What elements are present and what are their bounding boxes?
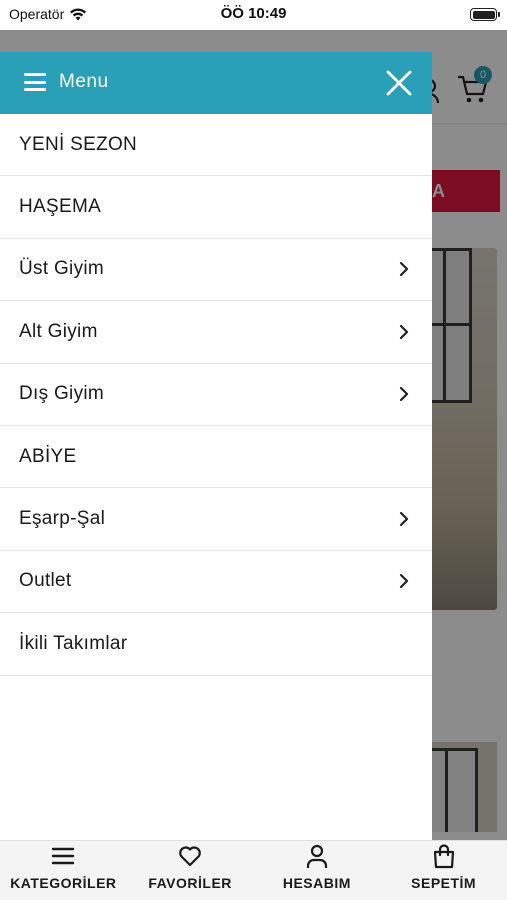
menu-item-dis-giyim[interactable]: Dış Giyim	[0, 364, 432, 426]
status-bar: Operatör ÖÖ 10:49	[0, 0, 507, 30]
chevron-right-icon	[399, 387, 409, 402]
menu-item-label: Eşarp-Şal	[19, 508, 106, 530]
side-menu-drawer: Menu YENİ SEZON HAŞEMA Üst Giyim Alt Giy…	[0, 52, 432, 840]
drawer-header: Menu	[0, 52, 432, 114]
tab-kategoriler[interactable]: KATEGORİLER	[0, 841, 127, 900]
tab-sepetim[interactable]: SEPETİM	[380, 841, 507, 900]
menu-item-alt-giyim[interactable]: Alt Giyim	[0, 301, 432, 364]
chevron-right-icon	[399, 574, 409, 589]
menu-item-esarp-sal[interactable]: Eşarp-Şal	[0, 488, 432, 551]
menu-item-label: ABİYE	[19, 445, 77, 467]
menu-item-label: İkili Takımlar	[19, 632, 128, 654]
list-icon	[52, 847, 75, 865]
tab-label: SEPETİM	[411, 875, 477, 891]
tab-label: KATEGORİLER	[10, 875, 117, 891]
menu-item-label: YENİ SEZON	[19, 133, 138, 155]
chevron-right-icon	[399, 511, 409, 527]
user-icon	[306, 844, 327, 868]
bag-icon	[433, 844, 454, 869]
menu-item-label: HAŞEMA	[19, 196, 102, 218]
menu-item-label: Üst Giyim	[19, 258, 105, 280]
menu-list: YENİ SEZON HAŞEMA Üst Giyim Alt Giyim Dı…	[0, 114, 432, 676]
battery-icon	[470, 8, 500, 21]
menu-item-ikili-takimlar[interactable]: İkili Takımlar	[0, 613, 432, 676]
tab-favoriler[interactable]: FAVORİLER	[127, 841, 254, 900]
menu-item-hasema[interactable]: HAŞEMA	[0, 176, 432, 239]
menu-item-outlet[interactable]: Outlet	[0, 551, 432, 614]
close-icon[interactable]	[384, 68, 414, 98]
tab-label: HESABIM	[282, 875, 351, 891]
tab-hesabim[interactable]: HESABIM	[254, 841, 381, 900]
menu-item-label: Alt Giyim	[19, 320, 98, 342]
menu-item-label: Outlet	[19, 570, 72, 592]
chevron-right-icon	[399, 324, 409, 339]
hamburger-icon	[24, 73, 46, 91]
chevron-right-icon	[399, 262, 409, 277]
tab-label: FAVORİLER	[148, 875, 232, 891]
heart-icon	[179, 846, 201, 867]
menu-item-label: Dış Giyim	[19, 383, 105, 405]
menu-item-abiye[interactable]: ABİYE	[0, 426, 432, 489]
menu-item-ust-giyim[interactable]: Üst Giyim	[0, 239, 432, 302]
drawer-title: Menu	[59, 71, 109, 92]
bottom-tab-bar: KATEGORİLER FAVORİLER HESABIM SEPETİM	[0, 840, 507, 900]
status-time: ÖÖ 10:49	[220, 5, 287, 22]
menu-item-yeni-sezon[interactable]: YENİ SEZON	[0, 114, 432, 177]
